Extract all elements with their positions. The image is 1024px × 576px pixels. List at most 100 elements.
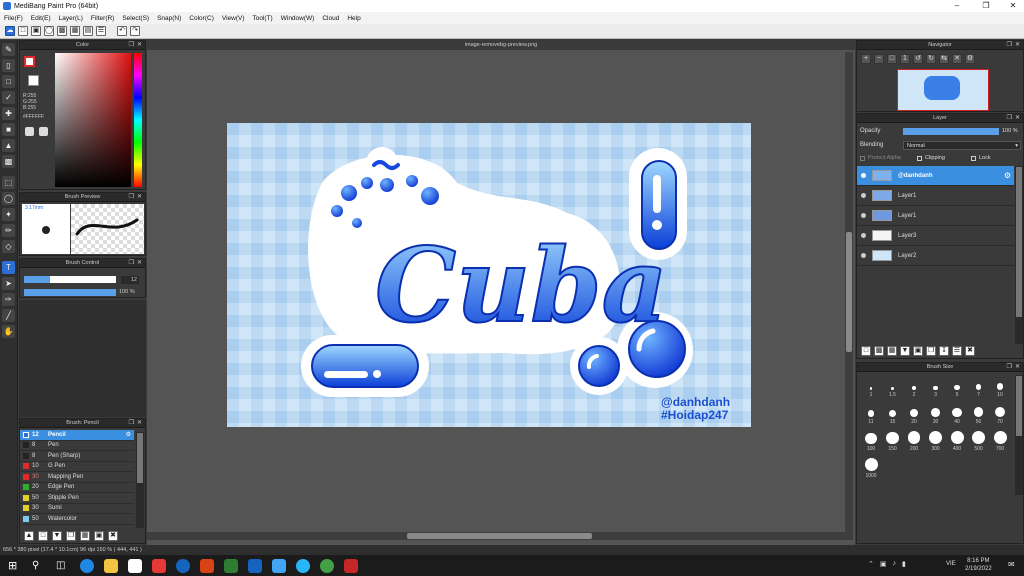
layer-item-layer3[interactable]: Layer3 [857, 226, 1014, 246]
eye-icon[interactable] [861, 233, 866, 238]
close-icon[interactable]: ✕ [1015, 41, 1020, 50]
menu-select[interactable]: Select(S) [122, 15, 149, 22]
layer-list-scrollbar[interactable] [1015, 166, 1023, 344]
redo-icon[interactable]: ↷ [130, 26, 140, 36]
brush-size-option[interactable]: 2 [904, 377, 924, 399]
lasso-tool-icon[interactable]: ◯ [2, 192, 15, 205]
zoom-icon[interactable] [272, 558, 286, 573]
brush-size-scrollbar[interactable] [1015, 375, 1023, 495]
undo-icon[interactable]: ↶ [117, 26, 127, 36]
fill-rect-icon[interactable]: ■ [2, 123, 15, 136]
select-eraser-icon[interactable]: ◇ [2, 240, 15, 253]
chrome-icon[interactable] [320, 558, 334, 573]
lock-toggle[interactable]: Lock [971, 155, 991, 161]
layer-opacity-slider[interactable] [903, 128, 999, 135]
brush-size-option[interactable]: 3 [926, 377, 946, 399]
gradient-tool-icon[interactable]: ▩ [2, 155, 15, 168]
menu-snap[interactable]: Snap(N) [157, 15, 181, 22]
float-icon[interactable]: ❐ [129, 193, 134, 202]
excel-icon[interactable] [224, 558, 238, 573]
maximize-button[interactable]: ❐ [975, 0, 997, 12]
layer-item-danhdanh[interactable]: @danhdanh ⚙ [857, 166, 1014, 186]
rotate-left-icon[interactable]: ↺ [913, 54, 923, 64]
canvas-vertical-scrollbar[interactable] [845, 52, 853, 540]
canvas-horizontal-scrollbar[interactable] [147, 532, 845, 540]
brush-size-option[interactable]: 400 [947, 431, 967, 453]
divide-tool-icon[interactable]: ╱ [2, 309, 15, 322]
new-layer-icon[interactable]: □ [861, 346, 871, 356]
layer-item-layer1-a[interactable]: Layer1 [857, 186, 1014, 206]
file-explorer-icon[interactable] [104, 558, 118, 573]
brush-size-option[interactable]: 20 [904, 404, 924, 426]
menu-file[interactable]: File(F) [4, 15, 23, 22]
zoom-out-icon[interactable]: − [874, 54, 884, 64]
brush-size-option[interactable]: 11 [861, 404, 881, 426]
eyedropper-tool-icon[interactable]: ✑ [2, 293, 15, 306]
eye-icon[interactable] [861, 173, 866, 178]
brush-size-option[interactable]: 700 [990, 431, 1010, 453]
brush-size-option[interactable]: 1000 [861, 458, 881, 480]
new-file-icon[interactable]: □ [18, 26, 28, 36]
comic-icon[interactable]: ▣ [31, 26, 41, 36]
gear-icon[interactable]: ⚙ [126, 431, 131, 438]
brush-size-option[interactable]: 1 [861, 377, 881, 399]
close-icon[interactable]: ✕ [1015, 363, 1020, 372]
powerpoint-icon[interactable] [200, 558, 214, 573]
menu-help[interactable]: Help [347, 15, 360, 22]
app-icon-red[interactable] [152, 558, 166, 573]
navigator-preview[interactable] [897, 69, 989, 111]
protect-alpha-toggle[interactable]: Protect Alpha [860, 155, 901, 161]
layer-folder-icon[interactable]: ▣ [913, 346, 923, 356]
reset-icon[interactable]: ✕ [952, 54, 962, 64]
bucket-tool-icon[interactable]: ▲ [2, 139, 15, 152]
text-tool-icon[interactable]: T [2, 261, 15, 274]
language-indicator[interactable]: VIE [946, 561, 956, 567]
brush-item-watercolor[interactable]: 50 Watercolor [20, 514, 134, 525]
float-icon[interactable]: ❐ [1007, 41, 1012, 50]
blending-select[interactable]: Normal ▾ [903, 141, 1021, 150]
medibang-taskbar-icon[interactable] [344, 558, 358, 573]
close-icon[interactable]: ✕ [137, 259, 142, 268]
new-brush-icon[interactable]: □ [38, 531, 48, 541]
menu-filter[interactable]: Filter(R) [91, 15, 114, 22]
clipping-toggle[interactable]: Clipping [917, 155, 945, 161]
secondary-color-swatch[interactable] [28, 75, 39, 86]
zalo-icon[interactable] [296, 558, 310, 573]
layer-settings-icon[interactable]: ☰ [952, 346, 962, 356]
new-8bit-layer-icon[interactable]: ▦ [887, 346, 897, 356]
brush-size-option[interactable]: 7 [969, 377, 989, 399]
primary-color-swatch[interactable] [24, 56, 35, 67]
network-icon[interactable]: ▣ [880, 560, 887, 570]
duplicate-icon[interactable]: ▣ [94, 531, 104, 541]
hue-slider[interactable] [134, 53, 142, 187]
brush-size-option[interactable]: 30 [926, 404, 946, 426]
zoom-in-icon[interactable]: + [861, 54, 871, 64]
scroll-thumb[interactable] [846, 232, 852, 352]
brush-item-pen-sharp[interactable]: 8 Pen (Sharp) [20, 451, 134, 462]
float-icon[interactable]: ❐ [129, 419, 134, 428]
brush-size-slider[interactable] [24, 276, 116, 283]
delete-layer-icon[interactable]: ✖ [965, 346, 975, 356]
layer-item-layer2[interactable]: Layer2 [857, 246, 1014, 266]
brush-size-option[interactable]: 500 [969, 431, 989, 453]
menu-cloud[interactable]: Cloud [322, 15, 339, 22]
layout-icon[interactable]: ▤ [83, 26, 93, 36]
palette-icon[interactable] [39, 127, 48, 136]
add-brush-icon[interactable]: ▲ [24, 531, 34, 541]
eraser-tool-icon[interactable]: ▯ [2, 59, 15, 72]
float-icon[interactable]: ❐ [1007, 114, 1012, 123]
copy-brush-icon[interactable]: ❐ [66, 531, 76, 541]
minimize-button[interactable]: – [946, 0, 968, 12]
notification-icon[interactable]: ✉ [1008, 560, 1015, 569]
hand-tool-icon[interactable]: ✋ [2, 325, 15, 338]
brush-item-pencil[interactable]: 12 Pencil ⚙ [20, 430, 134, 441]
eye-icon[interactable] [861, 193, 866, 198]
brush-item-mapping-pen[interactable]: 30 Mapping Pen [20, 472, 134, 483]
menu-tool[interactable]: Tool(T) [253, 15, 273, 22]
float-icon[interactable]: ❐ [1007, 363, 1012, 372]
cloud-icon[interactable]: ☁ [5, 26, 15, 36]
close-icon[interactable]: ✕ [137, 41, 142, 50]
brush-size-option[interactable]: 50 [969, 404, 989, 426]
navigator-settings-icon[interactable]: ⚙ [965, 54, 975, 64]
scroll-thumb[interactable] [137, 433, 143, 483]
